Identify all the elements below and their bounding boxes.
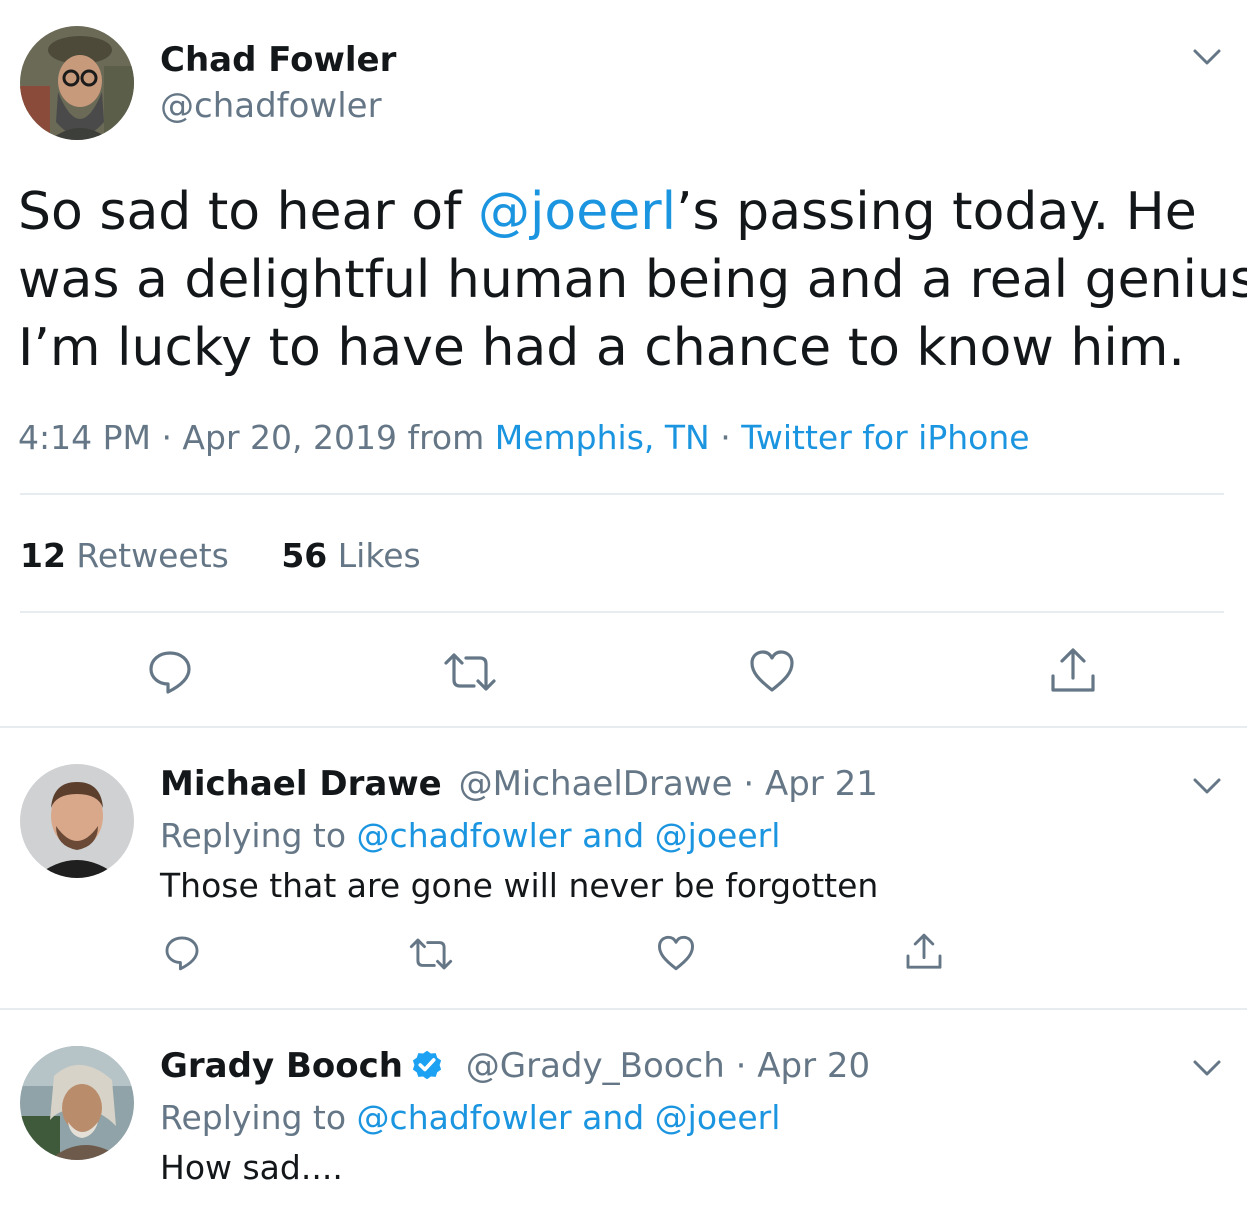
retweet-label: Retweets [65,536,229,575]
tweet-text: So sad to hear of @joeerl’s passing toda… [18,178,1247,382]
chevron-down-icon[interactable] [1190,775,1224,797]
reply-icon[interactable] [146,648,194,696]
meta-separator: · [709,418,742,457]
reply-author-name[interactable]: Michael Drawe [160,764,442,804]
retweet-icon[interactable] [408,936,454,972]
tweet-meta: 4:14 PM · Apr 20, 2019 from Memphis, TN … [18,418,1030,457]
retweet-count: 12 [20,536,66,575]
reply-author-handle[interactable]: @MichaelDrawe [459,764,733,804]
like-icon[interactable] [656,934,696,972]
author-handle[interactable]: @chadfowler [160,86,382,126]
divider [0,726,1247,728]
timestamp[interactable]: 4:14 PM · Apr 20, 2019 from [18,418,495,457]
like-label: Likes [327,536,421,575]
share-icon[interactable] [1048,646,1098,696]
source-link[interactable]: Twitter for iPhone [741,418,1029,457]
replying-to: Replying to @chadfowler and @joeerl [160,1098,780,1137]
tweet-stats: 12 Retweets 56 Likes [20,536,421,575]
retweet-icon[interactable] [442,650,498,694]
divider [20,493,1224,495]
replying-to-links[interactable]: @chadfowler and @joeerl [357,1098,781,1137]
reply-header: Grady Booch @Grady_Booch · Apr 20 [160,1046,870,1086]
tweet-text-line: I’m lucky to have had a chance to know h… [18,318,1185,378]
chevron-down-icon[interactable] [1190,46,1224,68]
share-icon[interactable] [904,932,944,972]
reply-icon[interactable] [163,934,201,972]
avatar-image [20,1046,134,1160]
location-link[interactable]: Memphis, TN [495,418,710,457]
chevron-down-icon[interactable] [1190,1057,1224,1079]
reply-author-name[interactable]: Grady Booch [160,1046,403,1086]
replying-to-links[interactable]: @chadfowler and @joeerl [357,816,781,855]
tweet-text-line: was a delightful human being and a real … [18,250,1247,310]
reply-date[interactable]: · Apr 21 [733,764,878,804]
avatar-chad-fowler[interactable] [20,26,134,140]
replying-to: Replying to @chadfowler and @joeerl [160,816,780,855]
avatar-grady-booch[interactable] [20,1046,134,1160]
divider [20,611,1224,613]
tweet-text-part: So sad to hear of [18,182,478,242]
divider [0,1008,1247,1010]
like-count: 56 [281,536,328,575]
author-name[interactable]: Chad Fowler [160,40,396,80]
reply-text: How sad.... [160,1148,343,1187]
avatar-michael-drawe[interactable] [20,764,134,878]
like-icon[interactable] [748,648,796,694]
tweet-text-part: ’s passing today. He [676,182,1197,242]
mention-link[interactable]: @joeerl [478,182,676,242]
avatar-image [20,764,134,878]
replying-prefix: Replying to [160,816,357,855]
reply-text: Those that are gone will never be forgot… [160,866,879,905]
likes-stat[interactable]: 56 Likes [281,536,420,575]
reply-date[interactable]: · Apr 20 [725,1046,871,1086]
verified-badge-icon [412,1050,442,1080]
retweets-stat[interactable]: 12 Retweets [20,536,229,575]
replying-prefix: Replying to [160,1098,357,1137]
avatar-image [20,26,134,140]
reply-header: Michael Drawe @MichaelDrawe · Apr 21 [160,764,878,804]
reply-author-handle[interactable]: @Grady_Booch [466,1046,725,1086]
